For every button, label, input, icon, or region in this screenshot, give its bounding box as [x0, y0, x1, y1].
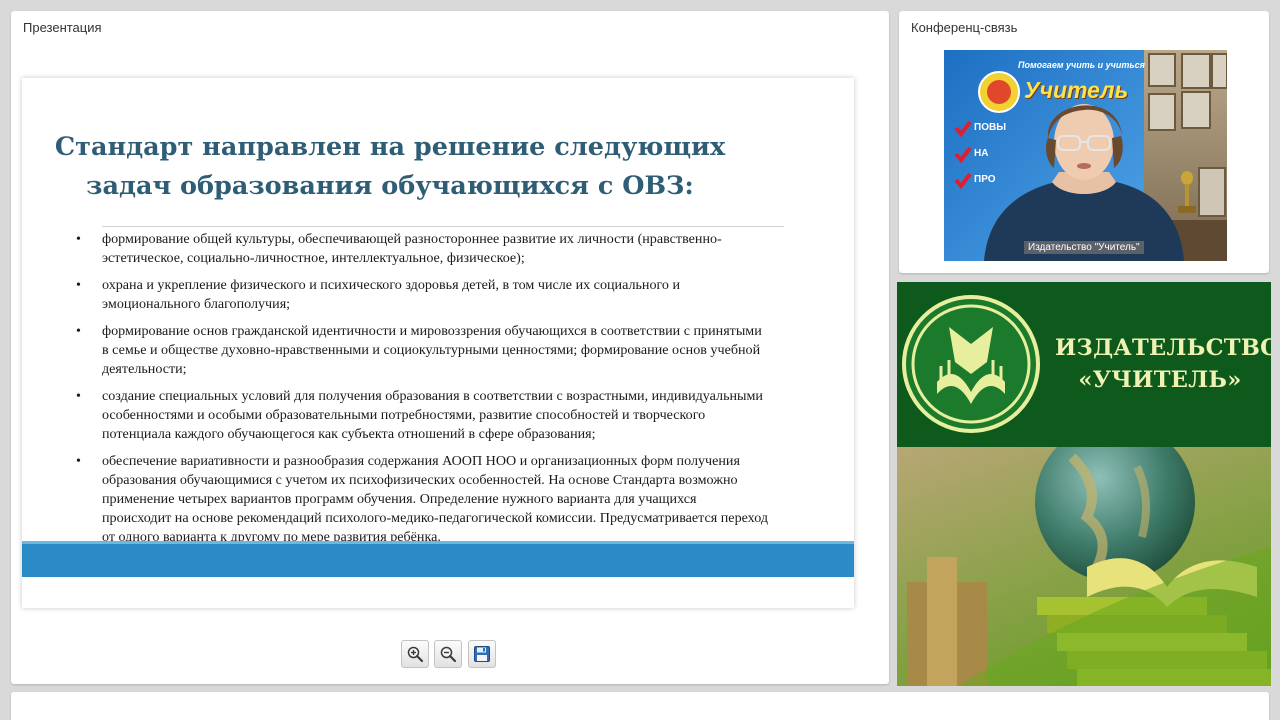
bullet-icon: • [76, 388, 81, 404]
bullet-text-line: особенностями и особыми образовательными… [102, 407, 706, 423]
conference-video[interactable]: Помогаем учить и учиться Учитель ПОВЫ НА… [944, 50, 1227, 261]
video-participant-caption: Издательство "Учитель" [1024, 241, 1144, 254]
bullet-text-line: создание специальных условий для получен… [102, 388, 763, 404]
slide-heading-line: задач образования обучающихся с ОВЗ: [86, 171, 694, 201]
zoom-in-button[interactable] [401, 640, 429, 668]
slide-heading-line: Стандарт направлен на решение следующих [54, 132, 726, 162]
slide-bullet-item: • обеспечение вариативности и разнообраз… [74, 452, 844, 547]
bullet-text-line: охрана и укрепление физического и психич… [102, 277, 681, 293]
bullet-text-line: эмоционального благополучия; [102, 296, 291, 312]
bullet-text-line: применение четырех вариантов программ об… [102, 491, 697, 507]
publisher-logo-icon [902, 295, 1040, 433]
publisher-name-line: «УЧИТЕЛЬ» [1078, 367, 1242, 393]
publisher-banner-header: ИЗДАТЕЛЬСТВО «УЧИТЕЛЬ» [897, 282, 1271, 447]
slide-bullet-item: • формирование общей культуры, обеспечив… [74, 230, 844, 268]
bullet-text-line: обеспечение вариативности и разнообразия… [102, 453, 740, 469]
conference-panel-title: Конференц-связь [911, 20, 1018, 35]
bullet-text-line: формирование общей культуры, обеспечиваю… [102, 231, 722, 247]
zoom-out-button[interactable] [434, 640, 462, 668]
presentation-panel: Презентация Стандарт направлен на решени… [11, 11, 889, 684]
bullet-icon: • [76, 323, 81, 339]
conference-panel: Конференц-связь Помогаем учить и учиться… [899, 11, 1269, 273]
slide-bullet-item: • охрана и укрепление физического и псих… [74, 276, 844, 314]
bullet-text-line: эстетическое, социально-личностное, инте… [102, 250, 525, 266]
slide-footer-band [22, 541, 854, 577]
backdrop-brand-text: Учитель [1024, 77, 1129, 103]
slide-heading: Стандарт направлен на решение следующих … [22, 128, 758, 206]
zoom-out-icon [440, 646, 457, 663]
backdrop-text: ПОВЫ [974, 122, 1006, 133]
slide-footer-band-highlight [22, 541, 854, 544]
bullet-text-line: в семье и обществе духовно-нравственными… [102, 342, 761, 358]
slide-divider [102, 226, 784, 227]
bullet-text-line: формирование основ гражданской идентично… [102, 323, 762, 339]
zoom-in-icon [407, 646, 424, 663]
presentation-slide: Стандарт направлен на решение следующих … [22, 78, 854, 608]
backdrop-text: ПРО [974, 174, 996, 185]
bullet-icon: • [76, 231, 81, 247]
books-and-globe-picture [907, 422, 1271, 686]
slide-bullet-item: • формирование основ гражданской идентич… [74, 322, 844, 379]
bullet-text-line: образования обучающимися с учетом их пси… [102, 472, 738, 488]
backdrop-slogan-text: Помогаем учить и учиться [1018, 60, 1145, 70]
save-button[interactable] [468, 640, 496, 668]
publisher-banner: ИЗДАТЕЛЬСТВО «УЧИТЕЛЬ» [897, 282, 1271, 686]
bottom-panel [11, 692, 1269, 720]
bullet-text-line: деятельности; [102, 361, 187, 377]
backdrop-text: НА [974, 148, 989, 159]
presentation-panel-title: Презентация [23, 20, 102, 35]
bullet-icon: • [76, 277, 81, 293]
publisher-name: ИЗДАТЕЛЬСТВО «УЧИТЕЛЬ» [1055, 332, 1271, 396]
slide-bullet-item: • создание специальных условий для получ… [74, 387, 844, 444]
publisher-name-line: ИЗДАТЕЛЬСТВО [1055, 335, 1271, 361]
save-icon [474, 646, 490, 662]
bullet-icon: • [76, 453, 81, 469]
publisher-banner-picture [897, 422, 1271, 686]
bullet-text-line: происходит на основе рекомендаций психол… [102, 510, 769, 526]
bullet-text-line: потенциала каждого обучающегося как субъ… [102, 426, 596, 442]
slide-bullet-list: • формирование общей культуры, обеспечив… [74, 230, 844, 555]
